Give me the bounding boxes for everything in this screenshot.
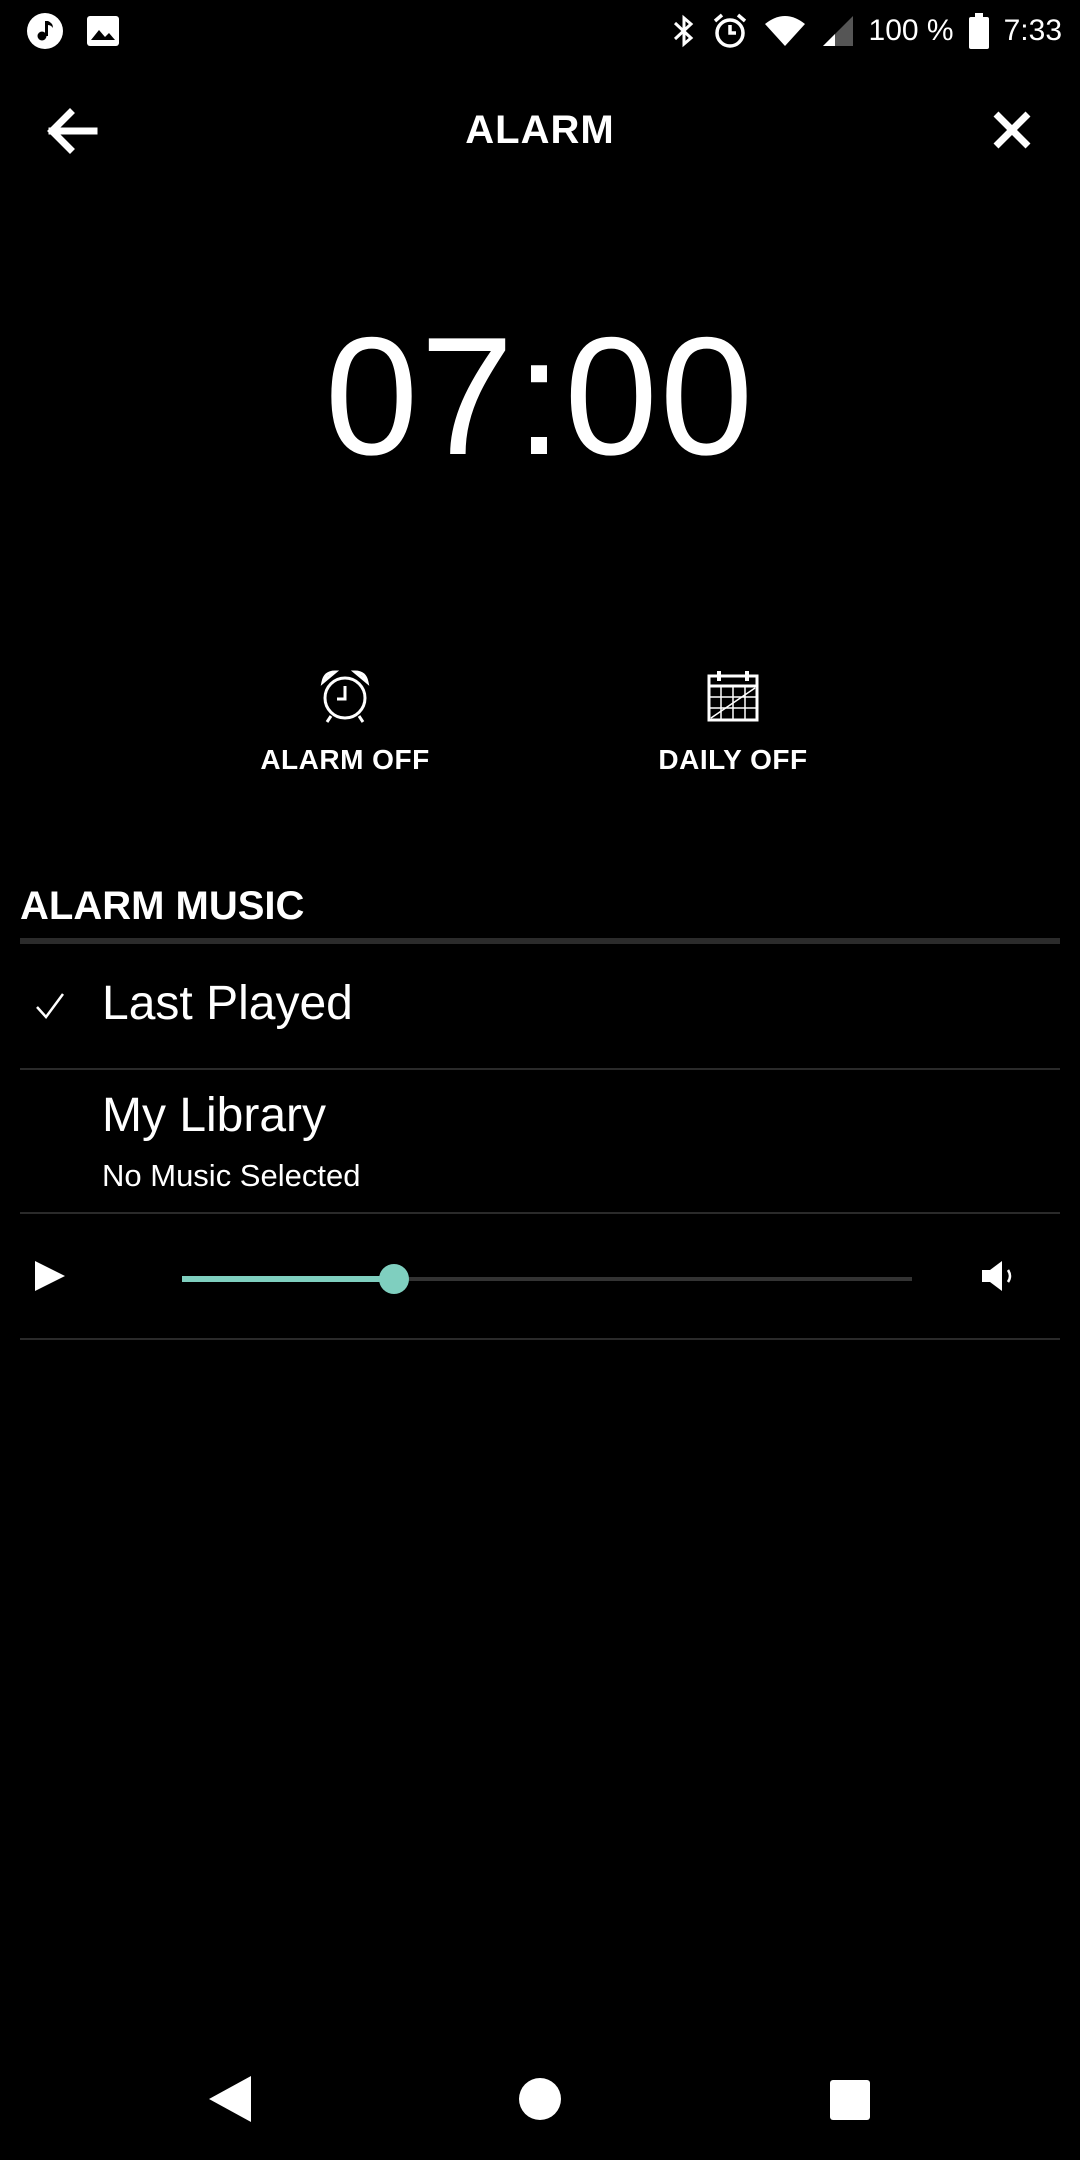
slider-thumb[interactable] — [379, 1264, 409, 1294]
close-icon — [993, 111, 1031, 149]
alarm-clock-icon — [320, 670, 370, 723]
status-time: 7:33 — [1003, 14, 1062, 47]
section-title: ALARM MUSIC — [20, 884, 305, 928]
cell-signal-icon — [822, 16, 853, 46]
bluetooth-icon — [673, 14, 693, 48]
check-icon — [36, 993, 65, 1019]
divider — [20, 1212, 1060, 1214]
battery-percent: 100 % — [868, 14, 954, 47]
page-title: ALARM — [465, 108, 615, 152]
alarm-clock-icon — [713, 13, 746, 48]
nav-recents-icon[interactable] — [830, 2080, 870, 2120]
divider — [20, 1068, 1060, 1070]
daily-toggle-label: DAILY OFF — [658, 744, 808, 775]
alarm-toggle[interactable]: ALARM OFF — [225, 668, 465, 776]
option-label: My Library — [102, 1089, 327, 1142]
alarm-time[interactable]: 07:00 — [0, 300, 1080, 493]
option-label: Last Played — [102, 977, 353, 1030]
section-divider — [20, 938, 1060, 944]
music-note-icon — [27, 13, 63, 49]
option-subtitle: No Music Selected — [102, 1158, 361, 1193]
close-button[interactable] — [988, 106, 1036, 154]
daily-toggle[interactable]: DAILY OFF — [613, 668, 853, 776]
play-icon[interactable] — [32, 1258, 68, 1294]
volume-icon[interactable] — [980, 1258, 1020, 1294]
status-bar: 100 % 7:33 — [0, 0, 1080, 62]
image-icon — [87, 16, 119, 46]
alarm-toggle-label: ALARM OFF — [260, 744, 430, 775]
volume-slider[interactable] — [182, 1264, 912, 1294]
nav-home-icon[interactable] — [519, 2078, 561, 2120]
header: ALARM — [0, 90, 1080, 170]
wifi-icon — [764, 16, 805, 46]
calendar-icon — [707, 671, 759, 722]
nav-back-icon[interactable] — [207, 2074, 253, 2124]
slider-fill — [182, 1276, 394, 1282]
battery-icon — [968, 13, 989, 49]
divider — [20, 1338, 1060, 1340]
